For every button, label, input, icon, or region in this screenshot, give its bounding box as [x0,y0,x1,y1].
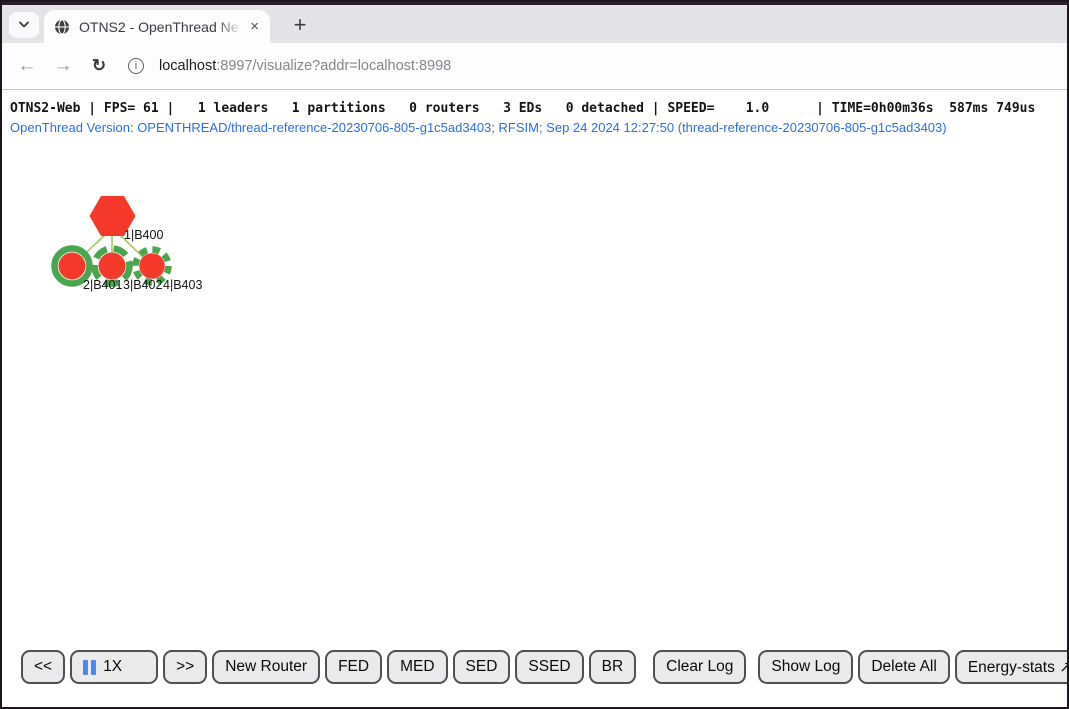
simulation-controls: << 1X >> New Router FED MED SED SSED BR … [21,650,1069,684]
clear-log-button[interactable]: Clear Log [653,650,746,684]
energy-stats-button[interactable]: Energy-stats ↗ [955,650,1069,684]
network-canvas[interactable] [2,90,302,330]
url-path: :8997/visualize?addr=localhost:8998 [216,58,451,74]
globe-favicon-icon [54,19,70,35]
tab-search-button[interactable] [9,12,39,38]
speed-label: 1X [103,658,122,676]
otns-visualizer-page: OTNS2-Web | FPS= 61 | 1 leaders 1 partit… [2,90,1067,706]
speed-up-button[interactable]: >> [163,650,207,684]
tab-title: OTNS2 - OpenThread Ne [79,19,247,35]
tab-close-icon[interactable]: × [247,19,262,34]
address-bar[interactable]: localhost:8997/visualize?addr=localhost:… [159,43,451,89]
browser-toolbar: ← → ↻ i localhost:8997/visualize?addr=lo… [2,43,1067,90]
browser-window: OTNS2 - OpenThread Ne × + ← → ↻ i localh… [0,0,1069,709]
new-sed-button[interactable]: SED [453,650,511,684]
pause-icon [83,660,96,675]
node-2-label: 2|B401 [83,278,122,292]
new-fed-button[interactable]: FED [325,650,382,684]
back-button-icon[interactable]: ← [16,43,38,89]
forward-button-icon[interactable]: → [52,43,74,89]
node-3-label: 3|B402 [123,278,162,292]
node-2-body [59,253,86,280]
node-3-body [99,253,126,280]
node-4-body [139,253,165,279]
node-1-label: 1|B400 [124,228,163,242]
speed-pause-button[interactable]: 1X [70,650,158,684]
reload-button-icon[interactable]: ↻ [88,43,110,89]
tab-strip: OTNS2 - OpenThread Ne × + [2,5,1067,43]
speed-down-button[interactable]: << [21,650,65,684]
chevron-down-icon [18,21,30,29]
site-info-icon[interactable]: i [128,58,144,74]
new-tab-button[interactable]: + [285,10,315,40]
new-med-button[interactable]: MED [387,650,447,684]
node-4-label: 4|B403 [163,278,202,292]
url-host: localhost [159,58,216,74]
show-log-button[interactable]: Show Log [758,650,853,684]
new-ssed-button[interactable]: SSED [515,650,583,684]
browser-tab-otns2[interactable]: OTNS2 - OpenThread Ne × [44,10,270,43]
new-br-button[interactable]: BR [589,650,637,684]
new-router-button[interactable]: New Router [212,650,320,684]
delete-all-button[interactable]: Delete All [858,650,949,684]
